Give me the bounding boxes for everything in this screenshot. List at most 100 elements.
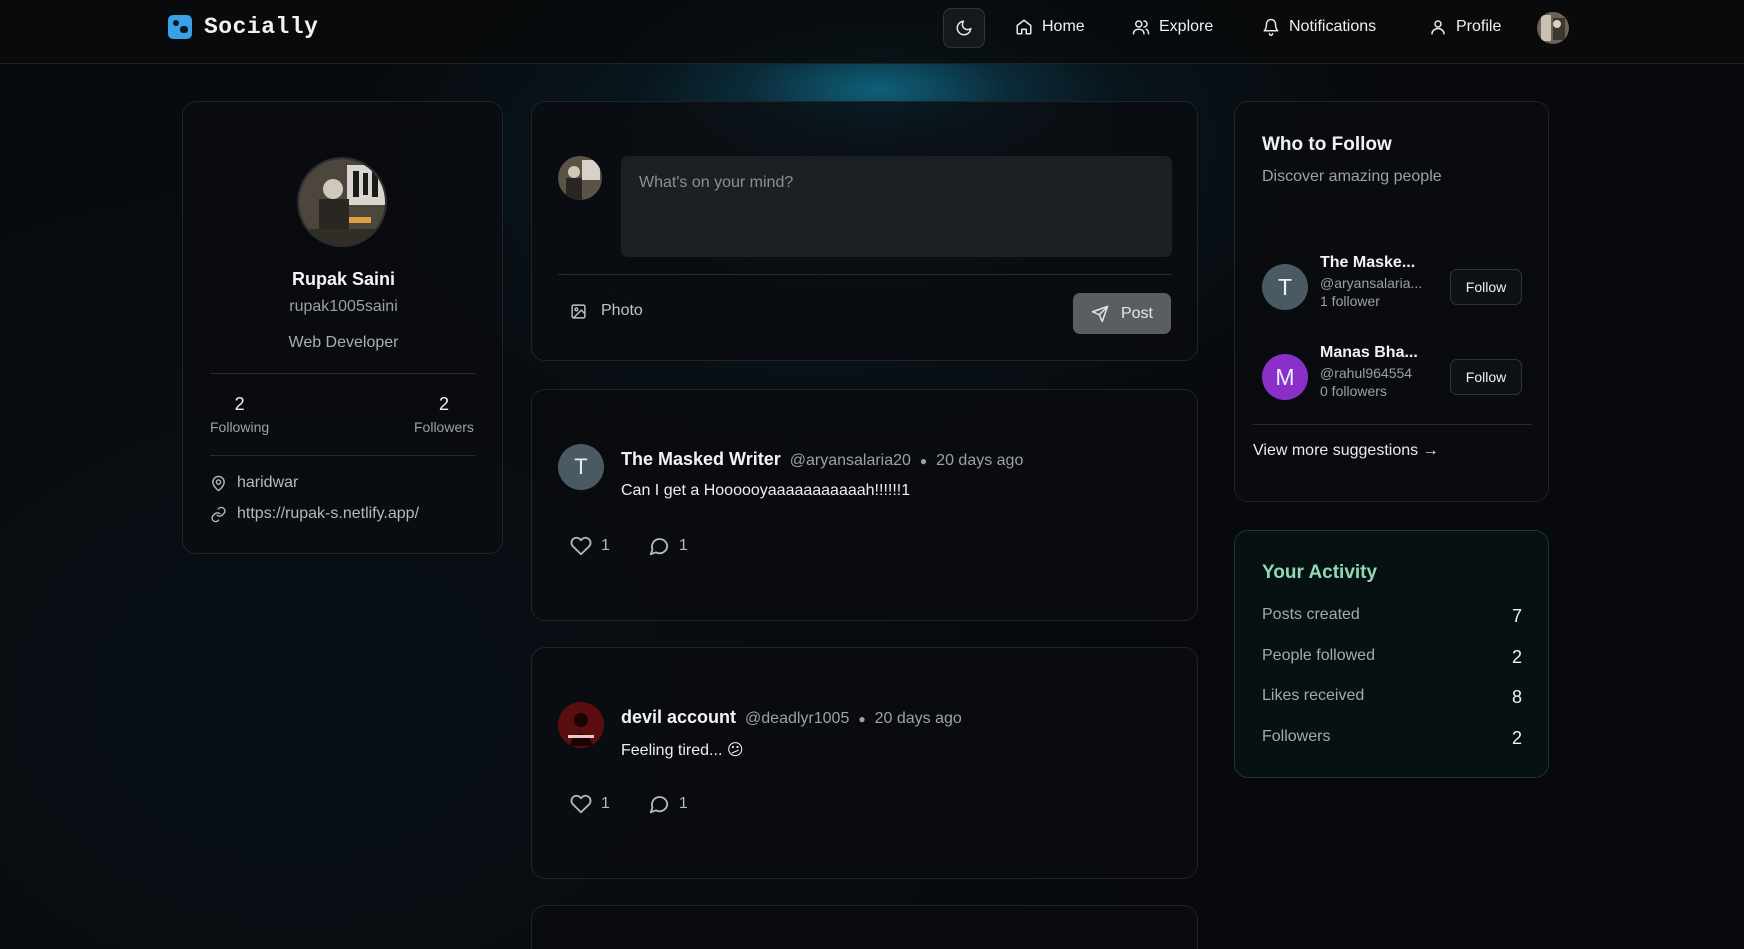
avatar-photo-icon (1537, 12, 1569, 44)
activity-label: People followed (1262, 647, 1375, 664)
who-to-follow-card: Who to Follow Discover amazing people T … (1234, 101, 1549, 502)
nav-home-label: Home (1042, 18, 1085, 35)
activity-label: Followers (1262, 728, 1331, 745)
activity-label: Posts created (1262, 606, 1360, 623)
suggestion-followers: 0 followers (1320, 383, 1387, 399)
user-avatar[interactable] (1537, 12, 1569, 44)
post-body: Feeling tired... 😕 (621, 742, 744, 759)
post-time: 20 days ago (874, 710, 962, 727)
post-button[interactable]: Post (1073, 293, 1171, 334)
link-icon (211, 506, 226, 522)
location-text: haridwar (237, 474, 299, 491)
post-time: 20 days ago (936, 452, 1024, 469)
post-author[interactable]: The Masked Writer (621, 449, 781, 470)
divider (558, 274, 1172, 275)
nav-explore[interactable]: Explore (1132, 18, 1213, 36)
post-header: devil account @deadlyr1005 ● 20 days ago (621, 707, 962, 728)
suggestion-handle: @rahul964554 (1320, 365, 1413, 381)
view-more-suggestions-link[interactable]: View more suggestions → (1253, 442, 1439, 460)
profile-card: Rupak Saini rupak1005saini Web Developer… (182, 101, 503, 554)
following-count: 2 (234, 394, 245, 414)
followers-count: 2 (438, 394, 449, 414)
suggestion-avatar[interactable]: M (1262, 354, 1308, 400)
suggestion-avatar[interactable]: T (1262, 264, 1308, 310)
post-actions: 1 1 (570, 793, 688, 815)
post-author[interactable]: devil account (621, 707, 736, 728)
nav-profile-label: Profile (1456, 18, 1502, 35)
following-stat[interactable]: 2 Following (210, 394, 269, 435)
website-link[interactable]: https://rupak-s.netlify.app/ (237, 505, 419, 523)
map-pin-icon (212, 475, 225, 491)
suggestion-handle: @aryansalaria... (1320, 275, 1423, 291)
home-icon (1016, 19, 1032, 35)
brand[interactable]: Socially (168, 14, 318, 40)
nav-notifications-label: Notifications (1289, 18, 1377, 35)
like-count: 1 (601, 795, 610, 812)
comment-button[interactable]: 1 (648, 793, 688, 815)
users-icon (1132, 20, 1150, 35)
post-handle[interactable]: @aryansalaria20 (790, 452, 911, 470)
comment-count: 1 (678, 537, 688, 554)
followers-stat[interactable]: 2 Followers (414, 394, 474, 435)
activity-value: 2 (1511, 647, 1522, 667)
post-handle[interactable]: @deadlyr1005 (745, 710, 849, 728)
follow-button[interactable]: Follow (1450, 269, 1522, 305)
activity-row: Followers 2 (1262, 728, 1522, 749)
divider (210, 455, 475, 456)
user-icon (1431, 20, 1445, 35)
post-author-avatar[interactable]: T (558, 444, 604, 490)
post-card: T The Masked Writer @aryansalaria20 ● 20… (531, 389, 1198, 621)
divider (210, 373, 475, 374)
post-card: devil account @deadlyr1005 ● 20 days ago… (531, 647, 1198, 879)
nav-notifications[interactable]: Notifications (1262, 18, 1376, 36)
post-input[interactable] (621, 156, 1172, 257)
comment-button[interactable]: 1 (648, 535, 688, 557)
who-to-follow-subtitle: Discover amazing people (1262, 168, 1442, 185)
post-composer: Photo Post (531, 101, 1198, 361)
photo-label: Photo (601, 302, 643, 319)
post-header: The Masked Writer @aryansalaria20 ● 20 d… (621, 449, 1023, 470)
activity-label: Likes received (1262, 687, 1365, 704)
activity-row: Posts created 7 (1262, 606, 1522, 627)
like-button[interactable]: 1 (570, 793, 610, 815)
profile-bio: Web Developer (288, 334, 399, 351)
website-row[interactable]: https://rupak-s.netlify.app/ (210, 505, 419, 523)
suggestion-name[interactable]: The Maske... (1320, 254, 1415, 272)
devil-avatar-icon (558, 702, 604, 748)
separator-dot: ● (858, 712, 866, 726)
activity-card: Your Activity Posts created 7 People fol… (1234, 530, 1549, 778)
heart-icon (570, 536, 592, 556)
activity-row: People followed 2 (1262, 647, 1522, 668)
post-button-label: Post (1120, 304, 1153, 322)
post-author-avatar[interactable] (558, 702, 604, 748)
suggestion-followers: 1 follower (1320, 293, 1380, 309)
nav-profile[interactable]: Profile (1429, 18, 1501, 36)
post-actions: 1 1 (570, 535, 688, 557)
top-navbar: Socially Home Explore Notifications Prof… (0, 0, 1744, 64)
send-icon (1091, 305, 1109, 322)
activity-value: 7 (1511, 606, 1522, 626)
suggestion-name[interactable]: Manas Bha... (1320, 344, 1418, 362)
image-icon (571, 303, 586, 319)
following-label: Following (210, 419, 270, 435)
heart-icon (570, 794, 592, 814)
suggestion-item: T The Maske... @aryansalaria... 1 follow… (1262, 254, 1524, 314)
followers-label: Followers (414, 419, 474, 435)
profile-avatar[interactable] (297, 157, 387, 247)
comment-icon (649, 796, 669, 814)
theme-toggle-button[interactable] (943, 8, 985, 48)
follow-button[interactable]: Follow (1450, 359, 1522, 395)
location-row: haridwar (210, 474, 298, 492)
activity-value: 8 (1511, 687, 1522, 707)
nav-home[interactable]: Home (1015, 18, 1085, 36)
avatar-photo-icon (558, 156, 602, 200)
moon-icon (956, 20, 972, 36)
comment-icon (649, 538, 669, 556)
photo-button[interactable]: Photo (570, 302, 643, 320)
who-to-follow-title: Who to Follow (1262, 134, 1392, 155)
like-button[interactable]: 1 (570, 535, 610, 557)
separator-dot: ● (919, 454, 928, 468)
post-card (531, 905, 1198, 949)
nav-explore-label: Explore (1159, 18, 1214, 35)
suggestion-item: M Manas Bha... @rahul964554 0 followers … (1262, 344, 1524, 404)
